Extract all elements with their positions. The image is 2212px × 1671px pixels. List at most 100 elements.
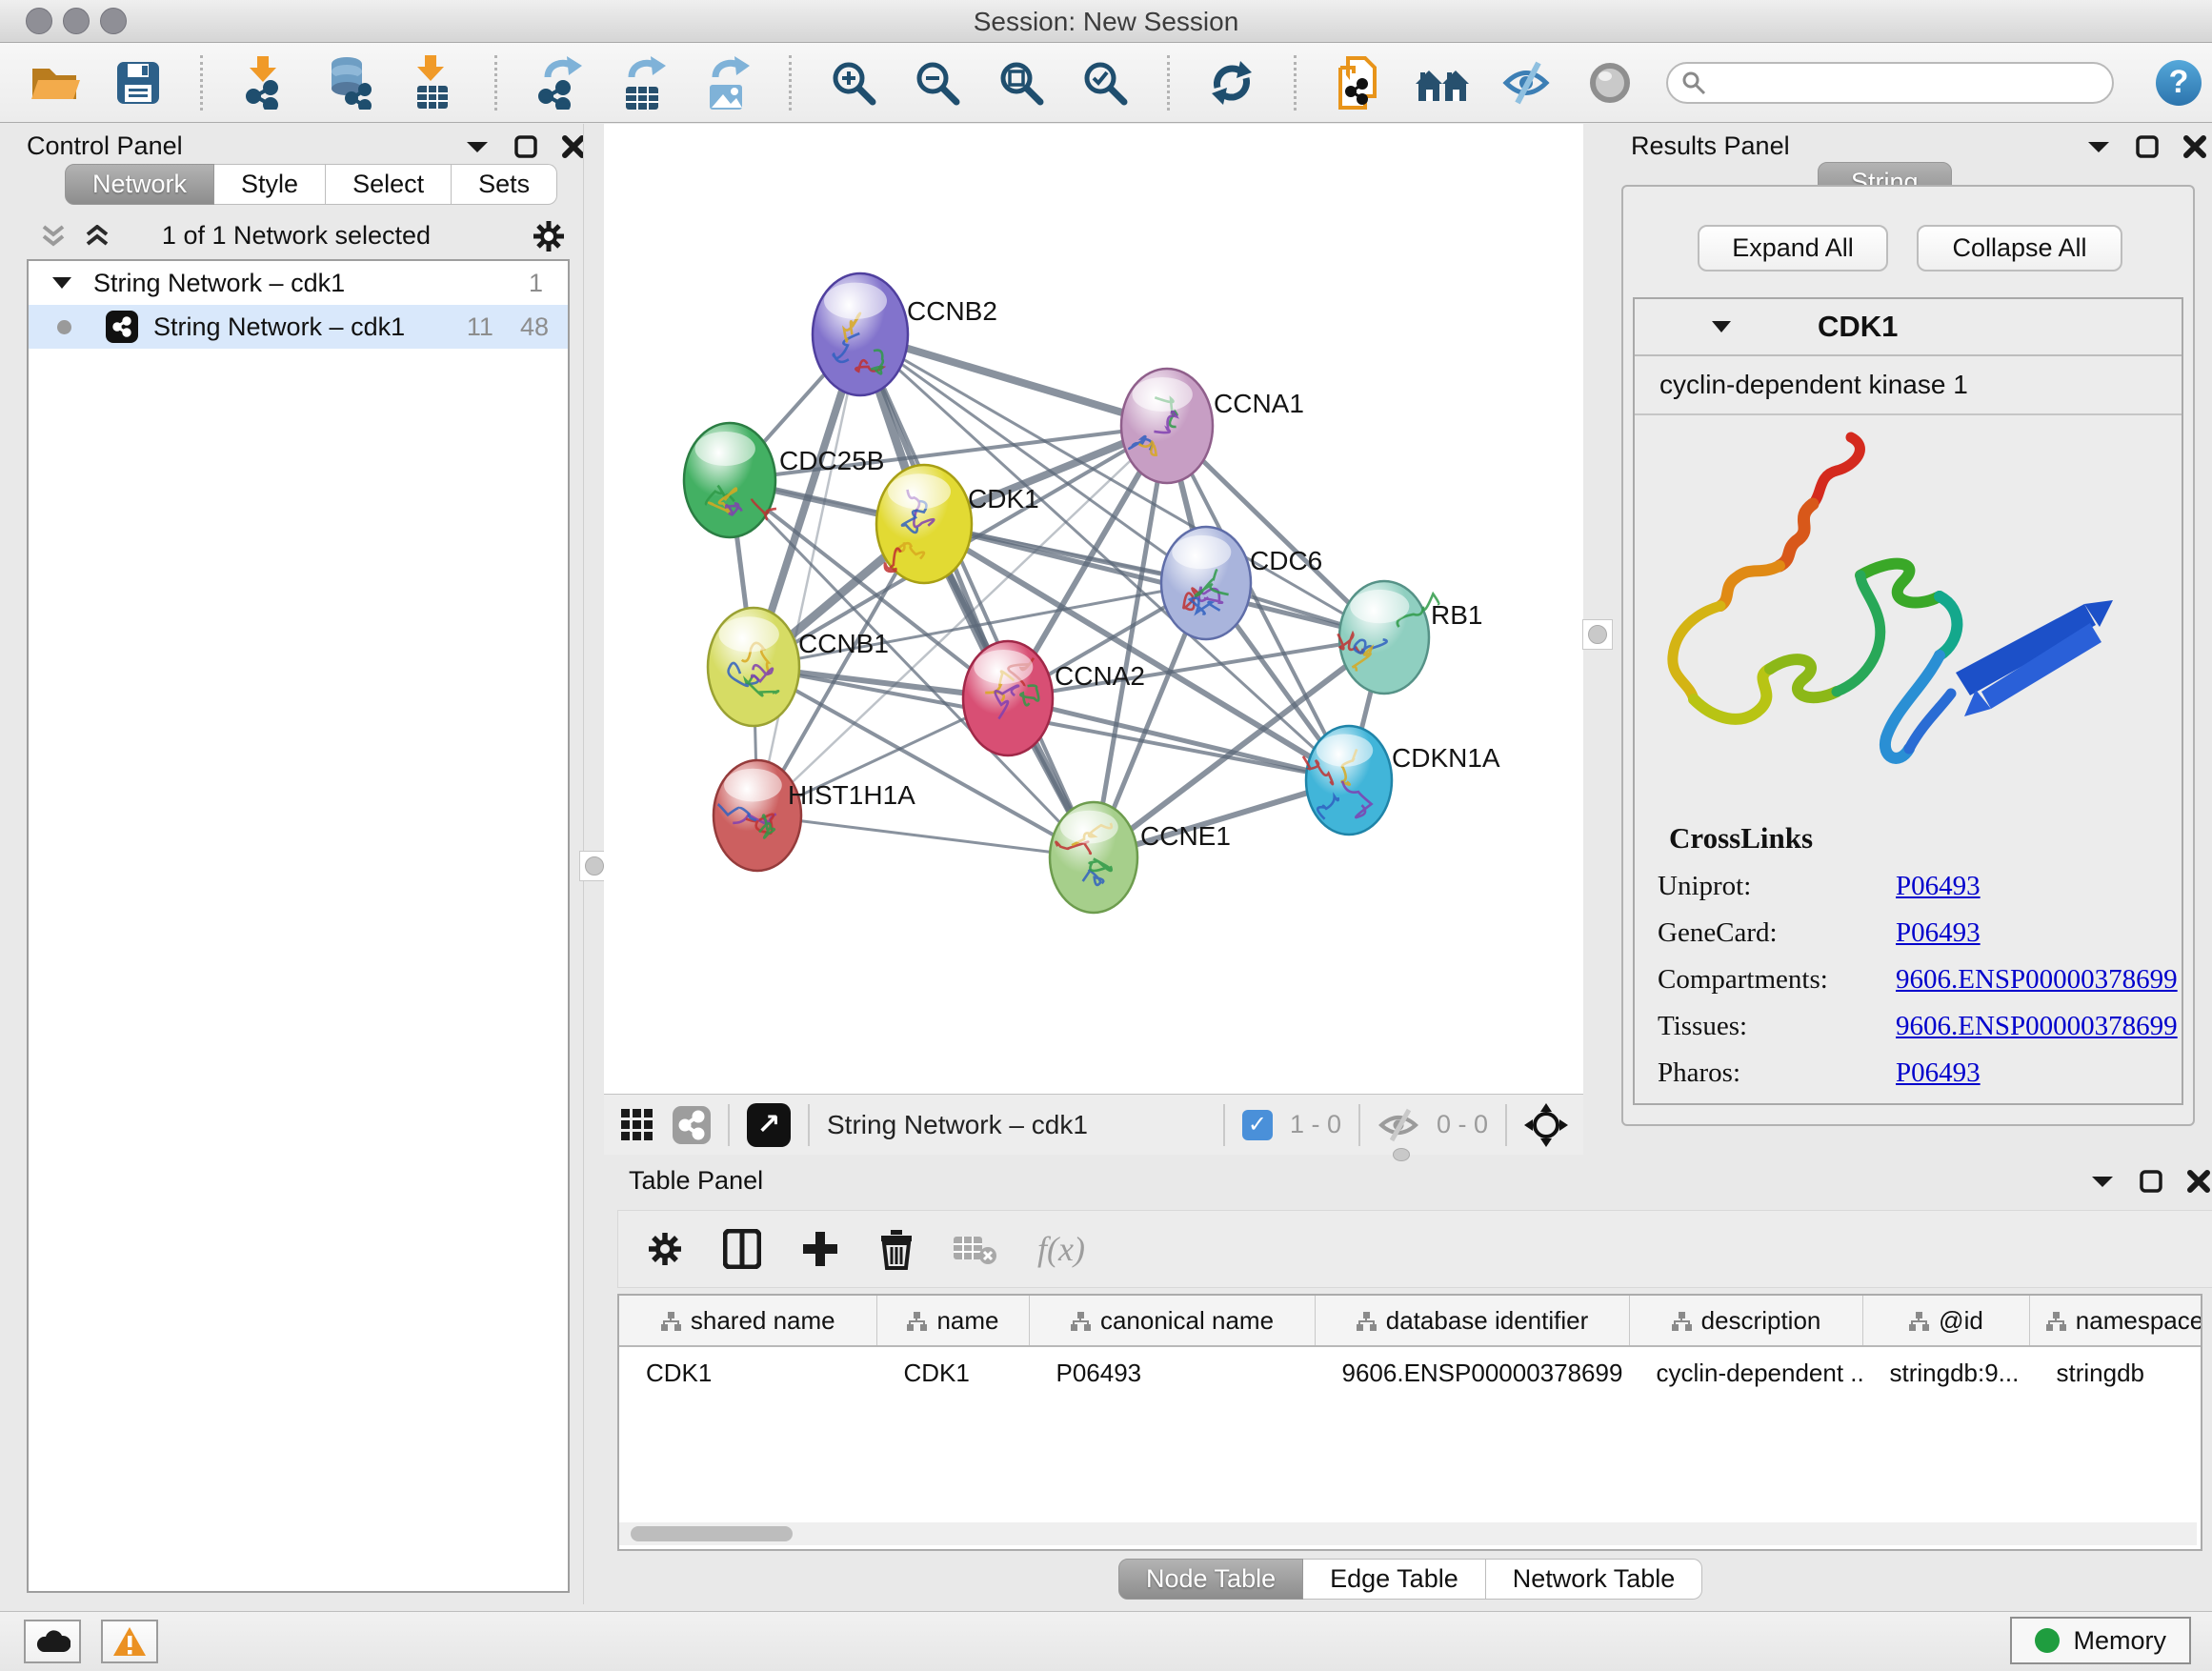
node-CDC6[interactable]: CDC6 (1161, 527, 1322, 639)
table-cell[interactable]: CDK1 (876, 1346, 1029, 1399)
column-header-id[interactable]: @id (1862, 1296, 2029, 1346)
table-hscrollbar-track[interactable] (619, 1522, 2197, 1545)
column-header-namespace[interactable]: namespace (2029, 1296, 2202, 1346)
tree-expand-icon[interactable] (51, 275, 72, 291)
node-CCNA1[interactable]: CCNA1 (1121, 369, 1304, 483)
grid-view-icon[interactable] (619, 1107, 655, 1143)
tab-network-table[interactable]: Network Table (1486, 1559, 1703, 1600)
table-settings-gear-icon[interactable] (647, 1231, 683, 1267)
crosslink-value-link[interactable]: 9606.ENSP00000378699 (1896, 1011, 2178, 1042)
horizontal-splitter-handle[interactable] (1387, 1149, 1416, 1160)
string-results-card: Expand All Collapse All CDK1 cyclin-depe… (1621, 185, 2195, 1126)
panel-close-icon[interactable] (2187, 1170, 2210, 1193)
tab-select[interactable]: Select (326, 164, 452, 205)
right-splitter-handle[interactable] (1582, 619, 1613, 650)
gene-collapse-icon[interactable] (1711, 319, 1732, 334)
crosslink-value-link[interactable]: 9606.ENSP00000378699 (1896, 964, 2178, 996)
tab-node-table[interactable]: Node Table (1118, 1559, 1303, 1600)
add-column-icon[interactable] (801, 1230, 839, 1268)
tab-network[interactable]: Network (65, 164, 214, 205)
column-header-name[interactable]: name (876, 1296, 1029, 1346)
gene-header[interactable]: CDK1 (1635, 299, 2182, 356)
fit-selected-crosshair-icon[interactable] (1524, 1103, 1568, 1147)
crosslink-row: Pharos:P06493 (1635, 1057, 2182, 1089)
tab-edge-table[interactable]: Edge Table (1303, 1559, 1486, 1600)
show-all-button[interactable] (1415, 53, 1470, 112)
node-CDC25B[interactable]: CDC25B (684, 423, 884, 537)
panel-close-icon[interactable] (2183, 135, 2206, 158)
show-hidden-button[interactable] (1582, 53, 1638, 112)
help-button[interactable]: ? (2156, 60, 2202, 106)
first-neighbors-button[interactable] (1331, 53, 1386, 112)
gene-name: CDK1 (1818, 310, 1898, 344)
memory-label: Memory (2073, 1626, 2166, 1656)
panel-menu-icon[interactable] (465, 138, 490, 155)
import-network-file-button[interactable] (237, 53, 292, 112)
node-RB1[interactable]: RB1 (1337, 581, 1482, 694)
network-canvas[interactable]: CCNB2CCNA1CDC25BCDK1CDC6RB1CCNB1CCNA2CDK… (604, 124, 1583, 1094)
panel-float-icon[interactable] (514, 135, 537, 158)
save-session-button[interactable] (111, 53, 166, 112)
hide-selected-button[interactable] (1498, 53, 1554, 112)
birds-eye-view-button[interactable]: ↗ (747, 1103, 791, 1147)
panel-menu-icon[interactable] (2090, 1173, 2115, 1190)
edge-CCNE1-HIST1H1A[interactable] (757, 815, 1094, 857)
network-share-icon[interactable] (673, 1106, 711, 1144)
delete-column-trash-icon[interactable] (879, 1228, 914, 1270)
refresh-layout-button[interactable] (1204, 53, 1259, 112)
selected-checkbox-icon[interactable]: ✓ (1242, 1110, 1273, 1140)
zoom-out-button[interactable] (910, 53, 965, 112)
warning-status-button[interactable] (101, 1620, 158, 1663)
node-CDKN1A[interactable]: CDKN1A (1303, 726, 1500, 835)
crosslink-value-link[interactable]: P06493 (1896, 871, 1981, 902)
column-header-canonical-name[interactable]: canonical name (1029, 1296, 1315, 1346)
export-table-button[interactable] (615, 53, 671, 112)
table-cell[interactable]: P06493 (1029, 1346, 1315, 1399)
zoom-selected-button[interactable] (1077, 53, 1133, 112)
search-input[interactable] (1716, 67, 2081, 98)
show-columns-icon[interactable] (723, 1229, 761, 1269)
open-session-button[interactable] (27, 53, 82, 112)
panel-float-icon[interactable] (2136, 135, 2159, 158)
expand-all-button[interactable]: Expand All (1698, 225, 1888, 272)
network-row[interactable]: String Network – cdk1 11 48 (29, 305, 568, 349)
node-CDK1[interactable]: CDK1 (876, 465, 1039, 583)
panel-close-icon[interactable] (562, 135, 585, 158)
cloud-status-button[interactable] (24, 1620, 81, 1663)
column-header-database-identifier[interactable]: database identifier (1315, 1296, 1629, 1346)
crosslink-value-link[interactable]: P06493 (1896, 1057, 1981, 1089)
edge-CCNB2-CCNE1[interactable] (860, 334, 1094, 857)
network-options-gear-icon[interactable] (532, 219, 566, 253)
node-table[interactable]: shared namenamecanonical namedatabase id… (617, 1294, 2202, 1551)
export-network-button[interactable] (532, 53, 587, 112)
table-cell[interactable]: stringdb:9... (1862, 1346, 2029, 1399)
edge-CCNA1-HIST1H1A[interactable] (757, 426, 1167, 815)
toolbar-separator (1294, 55, 1297, 111)
collapse-all-button[interactable]: Collapse All (1917, 225, 2122, 272)
crosslink-value-link[interactable]: P06493 (1896, 917, 1981, 949)
panel-float-icon[interactable] (2140, 1170, 2162, 1193)
edge-CDK1-RB1[interactable] (924, 524, 1384, 637)
panel-menu-icon[interactable] (2086, 138, 2111, 155)
import-network-database-button[interactable] (321, 53, 376, 112)
table-cell[interactable]: stringdb (2029, 1346, 2202, 1399)
network-graph[interactable]: CCNB2CCNA1CDC25BCDK1CDC6RB1CCNB1CCNA2CDK… (604, 124, 1583, 1094)
table-cell[interactable]: cyclin-dependent ... (1629, 1346, 1862, 1399)
node-HIST1H1A[interactable]: HIST1H1A (714, 760, 915, 871)
table-cell[interactable]: CDK1 (619, 1346, 876, 1399)
tab-sets[interactable]: Sets (452, 164, 557, 205)
zoom-fit-button[interactable] (994, 53, 1049, 112)
column-header-shared-name[interactable]: shared name (619, 1296, 876, 1346)
import-table-button[interactable] (405, 53, 460, 112)
edge-CCNB2-HIST1H1A[interactable] (757, 334, 860, 815)
export-image-button[interactable] (699, 53, 754, 112)
memory-button[interactable]: Memory (2010, 1617, 2191, 1664)
column-header-description[interactable]: description (1629, 1296, 1862, 1346)
network-group-row[interactable]: String Network – cdk1 1 (29, 261, 568, 305)
table-cell[interactable]: 9606.ENSP00000378699 (1315, 1346, 1629, 1399)
zoom-in-button[interactable] (826, 53, 881, 112)
table-row[interactable]: CDK1CDK1P064939606.ENSP00000378699cyclin… (619, 1346, 2202, 1399)
table-hscrollbar-handle[interactable] (631, 1526, 793, 1541)
tab-style[interactable]: Style (214, 164, 326, 205)
node-CCNA2[interactable]: CCNA2 (963, 641, 1145, 755)
